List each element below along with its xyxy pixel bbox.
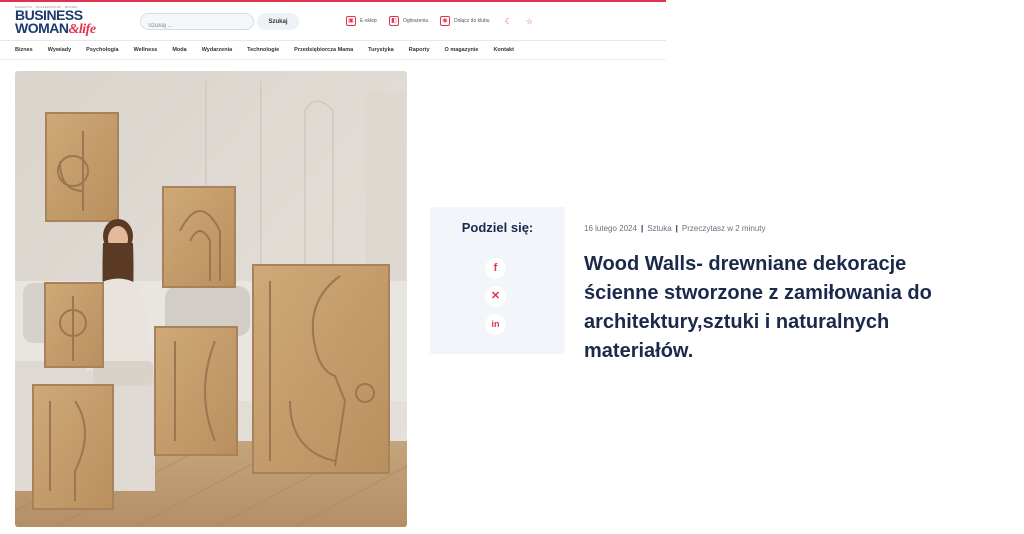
nav-divider (0, 59, 666, 60)
star-icon[interactable]: ☆ (524, 16, 535, 27)
logo-woman-text: WOMAN (15, 20, 69, 36)
site-header: MAGAZYN · SPOŁECZNOŚĆ · BIZNES BUSINESS … (0, 2, 666, 41)
x-share-button[interactable]: ✕ (485, 286, 506, 307)
facebook-share-button[interactable]: f (485, 258, 506, 279)
nav-item-technologie[interactable]: Technologie (247, 44, 279, 56)
nav-item-turystyka[interactable]: Turystyka (368, 44, 394, 56)
main-navigation: Biznes Wywiady Psychologia Wellness Moda… (15, 44, 514, 56)
facebook-icon: f (493, 262, 498, 274)
article-meta: 16 lutego 2024 | Sztuka | Przeczytasz w … (584, 224, 765, 233)
wood-panels-photo (15, 71, 407, 527)
logo-life-text: &life (68, 22, 97, 37)
cart-icon: ▣ (346, 16, 356, 26)
nav-item-raporty[interactable]: Raporty (409, 44, 430, 56)
article-featured-image (15, 71, 407, 527)
logo-line-woman: WOMAN&life (15, 21, 96, 37)
meta-separator: | (675, 224, 678, 233)
meta-separator: | (640, 224, 644, 233)
nav-item-kontakt[interactable]: Kontakt (493, 44, 513, 56)
share-panel: Podziel się: f ✕ in (430, 207, 565, 354)
linkedin-icon: in (491, 319, 500, 329)
megaphone-icon: ◧ (389, 16, 399, 26)
header-link-label: Dołącz do klubu (454, 18, 490, 24)
nav-item-wydarzenia[interactable]: Wydarzenia (202, 44, 232, 56)
linkedin-share-button[interactable]: in (485, 314, 506, 335)
club-icon: ◉ (440, 16, 450, 26)
nav-item-wellness[interactable]: Wellness (134, 44, 158, 56)
header-link-club[interactable]: ◉ Dołącz do klubu (440, 15, 490, 27)
article-date: 16 lutego 2024 (584, 224, 637, 233)
nav-item-przedsiebiorcza-mama[interactable]: Przedsiębiorcza Mama (294, 44, 353, 56)
site-logo[interactable]: MAGAZYN · SPOŁECZNOŚĆ · BIZNES BUSINESS … (15, 5, 110, 37)
nav-item-biznes[interactable]: Biznes (15, 44, 33, 56)
search-box (140, 13, 254, 34)
header-link-eshop[interactable]: ▣ E-sklep (346, 15, 377, 27)
search-button[interactable]: Szukaj (257, 13, 299, 30)
share-title: Podziel się: (461, 220, 534, 235)
nav-item-moda[interactable]: Moda (172, 44, 186, 56)
header-link-label: Ogłoszenia (403, 18, 429, 24)
header-link-ads[interactable]: ◧ Ogłoszenia (389, 15, 428, 27)
nav-item-wywiady[interactable]: Wywiady (48, 44, 71, 56)
nav-item-psychologia[interactable]: Psychologia (86, 44, 118, 56)
search-input[interactable] (141, 18, 248, 34)
article-title: Wood Walls- drewniane dekoracje ścienne … (584, 253, 932, 362)
header-link-label: E-sklep (360, 18, 377, 24)
moon-icon[interactable]: ☾ (503, 16, 514, 27)
article-category[interactable]: Sztuka (647, 224, 671, 233)
x-icon: ✕ (490, 290, 501, 302)
article-read-time: Przeczytasz w 2 minuty (681, 224, 766, 233)
nav-item-o-magazynie[interactable]: O magazynie (445, 44, 479, 56)
